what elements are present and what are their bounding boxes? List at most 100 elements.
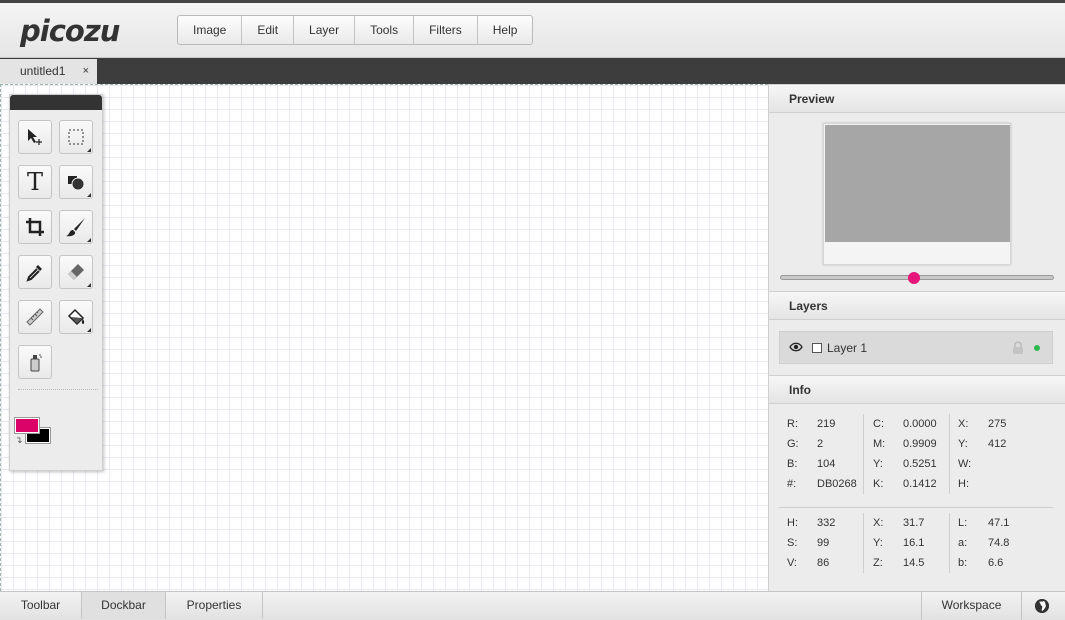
eraser-tool-button[interactable] [59, 255, 93, 289]
foreground-color-swatch[interactable] [14, 417, 40, 434]
document-tab[interactable]: untitled1 × [0, 59, 97, 84]
menu-tools[interactable]: Tools [355, 16, 415, 44]
info-xyz-column: X: 31.7 Y: 16.1 Z: 14.5 [873, 513, 924, 573]
lock-icon[interactable] [1012, 340, 1024, 355]
menu-help[interactable]: Help [478, 16, 533, 44]
brush-tool-button[interactable] [59, 210, 93, 244]
info-value: 0.5251 [903, 458, 937, 470]
info-label: L: [958, 517, 968, 529]
brush-icon [66, 218, 85, 237]
marquee-select-tool-button[interactable] [59, 120, 93, 154]
preview-thumbnail-frame[interactable] [823, 123, 1011, 265]
submenu-corner-icon [87, 148, 91, 152]
menu-layer[interactable]: Layer [294, 16, 356, 44]
info-value: 99 [817, 537, 830, 549]
info-value: 0.1412 [903, 478, 937, 490]
dockbar-toggle-button[interactable]: Dockbar [82, 592, 166, 619]
submenu-corner-icon [87, 193, 91, 197]
fill-tool-button[interactable] [59, 300, 93, 334]
dotted-rectangle-icon [68, 129, 84, 145]
text-t-icon: T [26, 168, 43, 196]
toolbox-divider [18, 389, 98, 390]
info-value: 2 [817, 438, 824, 450]
globe-icon[interactable] [1035, 599, 1049, 613]
info-value: 31.7 [903, 517, 925, 529]
info-value: 104 [817, 458, 836, 470]
info-value: DB0268 [817, 478, 857, 490]
info-panel-header[interactable]: Info [769, 375, 1065, 404]
layer-status-dot [1034, 345, 1040, 351]
eyedropper-tool-button[interactable] [18, 255, 52, 289]
info-value: 74.8 [988, 537, 1010, 549]
ruler-tool-button[interactable] [18, 300, 52, 334]
info-divider [863, 513, 864, 573]
info-lab-column: L: 47.1 a: 74.8 b: 6.6 [958, 513, 1009, 573]
info-label: C: [873, 418, 884, 430]
menu-edit[interactable]: Edit [242, 16, 295, 44]
menu-image[interactable]: Image [178, 16, 243, 44]
layer-thumbnail [812, 343, 822, 353]
info-value: 332 [817, 517, 836, 529]
info-label: H: [787, 517, 798, 529]
info-divider [949, 513, 950, 573]
top-bar: picozu Image Edit Layer Tools Filters He… [0, 0, 1065, 58]
move-arrow-icon [28, 129, 42, 145]
ruler-icon [26, 308, 44, 326]
info-label: K: [873, 478, 884, 490]
info-label: b: [958, 557, 968, 569]
spray-can-icon [30, 354, 42, 372]
menu-filters[interactable]: Filters [414, 16, 478, 44]
close-tab-icon[interactable]: × [83, 59, 89, 83]
layer-name: Layer 1 [827, 341, 868, 355]
info-label: S: [787, 537, 798, 549]
shape-tool-button[interactable] [59, 165, 93, 199]
info-label: X: [873, 517, 884, 529]
toolbar-toggle-button[interactable]: Toolbar [0, 592, 82, 619]
info-label: Y: [958, 438, 968, 450]
info-label: G: [787, 438, 799, 450]
text-tool-button[interactable]: T [18, 165, 52, 199]
toolbox-drag-handle[interactable] [10, 95, 102, 110]
main-menu: Image Edit Layer Tools Filters Help [177, 15, 534, 45]
info-label: a: [958, 537, 968, 549]
info-label: Z: [873, 557, 883, 569]
info-value: 14.5 [903, 557, 925, 569]
spray-tool-button[interactable] [18, 345, 52, 379]
info-hsv-column: H: 332 S: 99 V: 86 [787, 513, 835, 573]
eyedropper-icon [26, 265, 42, 282]
info-label: W: [958, 458, 972, 470]
zoom-slider-handle[interactable] [908, 272, 921, 284]
submenu-corner-icon [87, 328, 91, 332]
eye-visibility-icon[interactable] [789, 340, 803, 354]
info-value: 0.9909 [903, 438, 937, 450]
right-dock-panel: Preview Layers Layer 1 Info R: 219 G: 2 B:… [768, 84, 1065, 591]
preview-panel-header[interactable]: Preview [769, 84, 1065, 113]
info-label: V: [787, 557, 797, 569]
info-divider [949, 414, 950, 494]
swap-colors-icon[interactable]: ↴ [15, 435, 23, 446]
info-value: 0.0000 [903, 418, 937, 430]
app-logo[interactable]: picozu [20, 14, 120, 48]
info-value: 16.1 [903, 537, 925, 549]
submenu-corner-icon [87, 238, 91, 242]
info-rgb-column: R: 219 G: 2 B: 104 #: DB0268 [787, 414, 857, 494]
info-value: 86 [817, 557, 830, 569]
workspace-button[interactable]: Workspace [921, 592, 1021, 620]
document-tab-title: untitled1 [20, 64, 66, 78]
info-value: 6.6 [988, 557, 1004, 569]
crop-tool-button[interactable] [18, 210, 52, 244]
move-tool-button[interactable] [18, 120, 52, 154]
info-value: 219 [817, 418, 836, 430]
properties-toggle-button[interactable]: Properties [166, 592, 263, 619]
canvas[interactable] [0, 84, 768, 591]
info-label: H: [958, 478, 969, 490]
layers-panel-header[interactable]: Layers [769, 291, 1065, 320]
info-label: Y: [873, 458, 883, 470]
info-value: 412 [988, 438, 1007, 450]
info-label: X: [958, 418, 969, 430]
info-label: B: [787, 458, 798, 470]
layer-row[interactable]: Layer 1 [779, 331, 1053, 364]
info-label: Y: [873, 537, 883, 549]
info-label: #: [787, 478, 797, 490]
zoom-slider[interactable] [780, 272, 1054, 284]
